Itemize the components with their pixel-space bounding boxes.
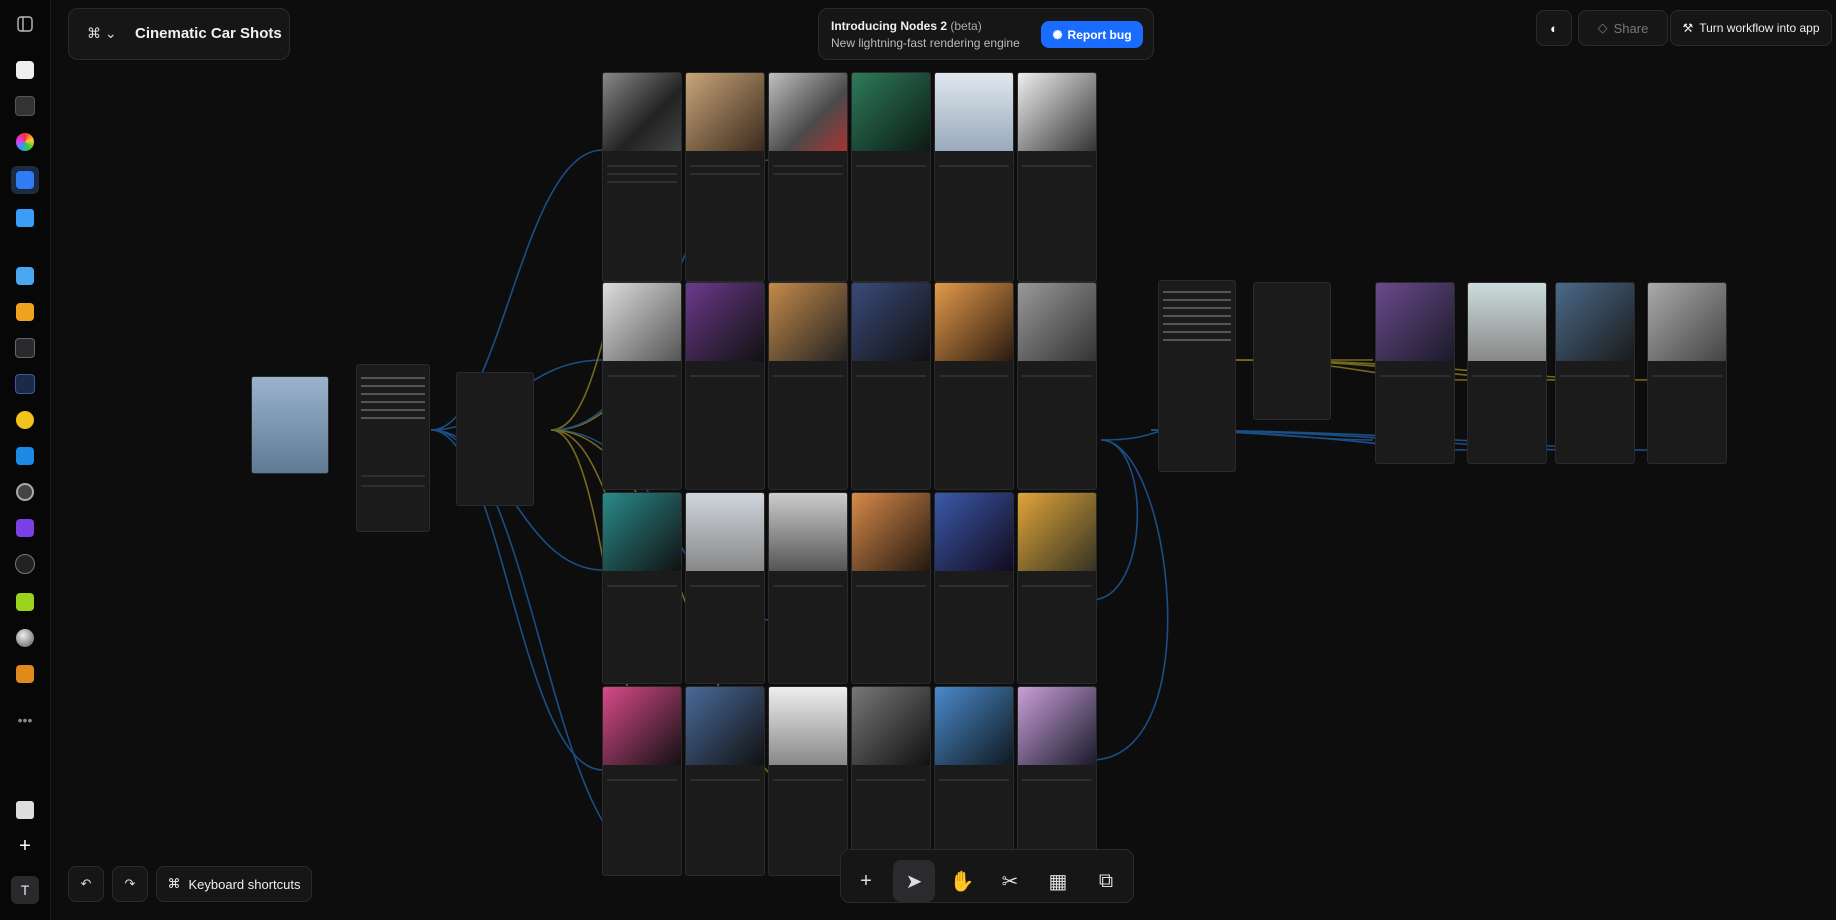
generator-node[interactable] bbox=[768, 282, 848, 490]
generator-node[interactable] bbox=[602, 686, 682, 876]
report-bug-label: Report bug bbox=[1067, 27, 1132, 42]
generator-node[interactable] bbox=[1017, 282, 1097, 490]
chart-icon[interactable] bbox=[11, 370, 39, 398]
lightbulb-icon[interactable] bbox=[11, 406, 39, 434]
generator-node[interactable] bbox=[685, 686, 765, 876]
generator-node[interactable] bbox=[768, 492, 848, 684]
output-node[interactable] bbox=[1375, 282, 1455, 464]
generator-node[interactable] bbox=[685, 282, 765, 490]
keyboard-shortcuts-label: Keyboard shortcuts bbox=[188, 876, 301, 892]
moon-icon: ◐ bbox=[1550, 20, 1558, 36]
folder-icon[interactable] bbox=[11, 204, 39, 232]
microphone-icon[interactable] bbox=[11, 550, 39, 578]
generator-node[interactable] bbox=[934, 492, 1014, 684]
user-initial: T bbox=[20, 882, 30, 898]
group-tool[interactable]: ⧉ bbox=[1085, 860, 1127, 902]
canvas-toolbar: + ➤ ✋ ✂ ▦ ⧉ bbox=[840, 849, 1134, 903]
vector-icon[interactable] bbox=[11, 442, 39, 470]
add-node-tool[interactable]: + bbox=[845, 860, 887, 902]
command-icon: ⌘ bbox=[167, 876, 181, 891]
cut-tool[interactable]: ✂ bbox=[989, 860, 1031, 902]
generator-node[interactable] bbox=[768, 686, 848, 876]
film-icon[interactable] bbox=[11, 660, 39, 688]
output-node[interactable] bbox=[1467, 282, 1547, 464]
figure-icon[interactable] bbox=[11, 588, 39, 616]
undo-button[interactable]: ↶ bbox=[68, 866, 104, 902]
video-icon[interactable] bbox=[11, 298, 39, 326]
app-icon[interactable] bbox=[11, 514, 39, 542]
pen-icon[interactable] bbox=[11, 92, 39, 120]
theme-toggle-button[interactable]: ◐ bbox=[1536, 10, 1572, 46]
generator-node[interactable] bbox=[768, 72, 848, 282]
generator-node[interactable] bbox=[851, 686, 931, 876]
layers-icon[interactable] bbox=[11, 796, 39, 824]
generator-node[interactable] bbox=[602, 72, 682, 282]
nodes-icon[interactable] bbox=[11, 166, 39, 194]
output-node[interactable] bbox=[1555, 282, 1635, 464]
announcement-banner: Introducing Nodes 2 (beta) New lightning… bbox=[818, 8, 1154, 60]
generator-node[interactable] bbox=[934, 72, 1014, 282]
group-icon: ⧉ bbox=[1098, 869, 1114, 892]
project-title[interactable]: Cinematic Car Shots bbox=[135, 25, 282, 42]
grid-tool[interactable]: ▦ bbox=[1037, 860, 1079, 902]
undo-icon: ↶ bbox=[80, 876, 92, 891]
magic-wand-icon[interactable] bbox=[11, 334, 39, 362]
diamond-icon: ◇ bbox=[1597, 20, 1608, 35]
home-icon[interactable] bbox=[11, 56, 39, 84]
turn-into-app-label: Turn workflow into app bbox=[1699, 21, 1820, 35]
bug-icon: ✺ bbox=[1052, 27, 1063, 42]
disc-icon[interactable] bbox=[11, 478, 39, 506]
list-node[interactable] bbox=[456, 372, 534, 506]
banner-title: Introducing Nodes 2 (beta) bbox=[831, 19, 982, 33]
hammer-icon: ⚒ bbox=[1682, 21, 1694, 35]
add-icon[interactable]: + bbox=[11, 832, 39, 860]
cursor-icon: ➤ bbox=[905, 870, 923, 893]
panel-toggle-icon[interactable] bbox=[11, 10, 39, 38]
generator-node[interactable] bbox=[1017, 72, 1097, 282]
generator-node[interactable] bbox=[934, 282, 1014, 490]
user-avatar[interactable]: T bbox=[11, 876, 39, 904]
list-node[interactable] bbox=[1253, 282, 1331, 420]
output-node[interactable] bbox=[1647, 282, 1727, 464]
generator-node[interactable] bbox=[1017, 492, 1097, 684]
generator-node[interactable] bbox=[851, 492, 931, 684]
pan-tool[interactable]: ✋ bbox=[941, 860, 983, 902]
generator-node[interactable] bbox=[851, 72, 931, 282]
scissors-icon: ✂ bbox=[1001, 870, 1019, 893]
beta-label: (beta) bbox=[950, 19, 982, 33]
plus-icon: + bbox=[860, 869, 872, 892]
report-bug-button[interactable]: ✺ Report bug bbox=[1041, 21, 1143, 48]
input-image-node[interactable] bbox=[251, 376, 329, 474]
sphere-icon[interactable] bbox=[11, 624, 39, 652]
more-icon[interactable]: ••• bbox=[11, 706, 39, 734]
generator-node[interactable] bbox=[1017, 686, 1097, 876]
prompt-node[interactable] bbox=[356, 364, 430, 532]
left-sidebar: ••• + T bbox=[0, 0, 51, 920]
share-label: Share bbox=[1613, 20, 1649, 36]
banner-title-text: Introducing Nodes 2 bbox=[831, 19, 948, 33]
select-tool[interactable]: ➤ bbox=[893, 860, 935, 902]
turn-into-app-button[interactable]: ⚒ Turn workflow into app bbox=[1670, 10, 1832, 46]
generator-node[interactable] bbox=[685, 72, 765, 282]
hand-icon: ✋ bbox=[949, 870, 975, 893]
share-button[interactable]: ◇ Share bbox=[1578, 10, 1668, 46]
generator-node[interactable] bbox=[602, 282, 682, 490]
generator-node[interactable] bbox=[602, 492, 682, 684]
workflow-canvas[interactable] bbox=[51, 0, 1836, 920]
generator-node[interactable] bbox=[685, 492, 765, 684]
color-wheel-icon[interactable] bbox=[11, 128, 39, 156]
banner-subtitle: New lightning-fast rendering engine bbox=[831, 36, 1020, 50]
generator-node[interactable] bbox=[851, 282, 931, 490]
image-icon[interactable] bbox=[11, 262, 39, 290]
project-header: ⌘ ⌄ Cinematic Car Shots bbox=[68, 8, 290, 60]
redo-button[interactable]: ↷ bbox=[112, 866, 148, 902]
generator-node[interactable] bbox=[934, 686, 1014, 876]
keyboard-shortcuts-button[interactable]: ⌘ Keyboard shortcuts bbox=[156, 866, 312, 902]
logo-icon[interactable]: ⌘ ⌄ bbox=[87, 25, 117, 42]
grid-icon: ▦ bbox=[1048, 870, 1068, 893]
redo-icon: ↷ bbox=[124, 876, 136, 891]
prompt-node[interactable] bbox=[1158, 280, 1236, 472]
